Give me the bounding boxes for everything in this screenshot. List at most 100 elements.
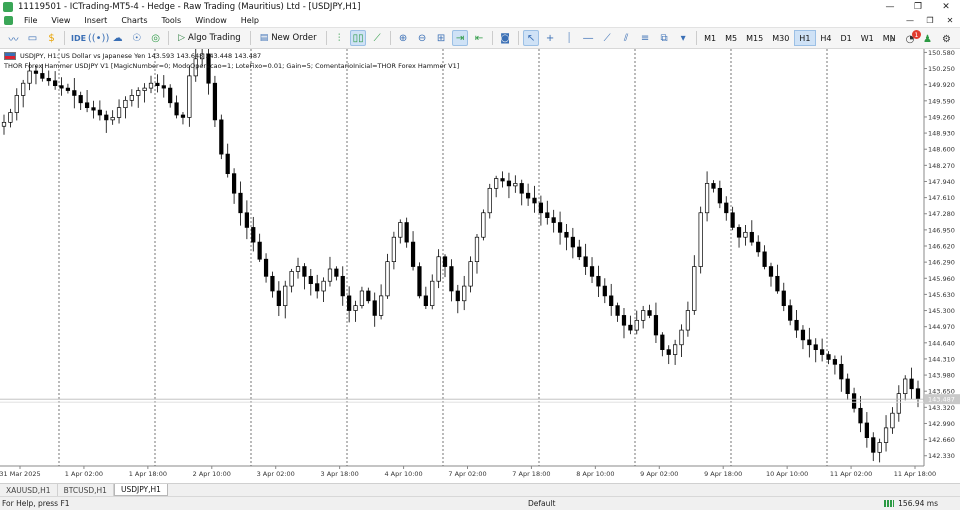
screenshot-icon[interactable]: ◙	[497, 30, 513, 46]
candle-body	[347, 295, 352, 311]
candle-body	[27, 70, 32, 84]
account-icon[interactable]: ♟	[920, 31, 936, 47]
candle-body	[634, 319, 639, 331]
timeframe-h4[interactable]: H4	[816, 30, 836, 46]
tab-btcusd[interactable]: BTCUSD,H1	[58, 484, 114, 496]
price-tick-label: 147.280	[928, 210, 955, 218]
horizontal-line-icon[interactable]: ―	[580, 30, 596, 46]
toolbar-separator	[168, 31, 170, 45]
bar-chart-icon[interactable]: ⫶	[331, 30, 347, 46]
chart-restore-button[interactable]: ❐	[920, 14, 940, 27]
timeframe-d1[interactable]: D1	[836, 30, 856, 46]
candle-body	[321, 280, 326, 292]
candle-body	[800, 329, 806, 341]
algo-trading-button[interactable]: ▷ Algo Trading	[174, 30, 245, 46]
auto-scroll-icon[interactable]: ⇥	[452, 30, 469, 46]
candle-body	[903, 378, 908, 394]
chart-close-button[interactable]: ✕	[940, 14, 960, 27]
menu-tools[interactable]: Tools	[154, 16, 188, 25]
candle-body	[647, 310, 652, 316]
candle-body	[59, 85, 64, 89]
candle-body	[915, 388, 921, 400]
notifications-button[interactable]: ◔ 1	[902, 30, 921, 47]
globe-icon[interactable]: ◎	[148, 30, 164, 46]
cursor-icon[interactable]: ↖	[523, 30, 540, 46]
candle-body	[251, 227, 256, 243]
menu-insert[interactable]: Insert	[77, 16, 114, 25]
timeframe-m30[interactable]: M30	[768, 30, 794, 46]
candle-body	[244, 212, 249, 228]
toolbar-separator	[249, 31, 251, 45]
candle-body	[500, 178, 505, 182]
candle-body	[442, 256, 448, 267]
time-tick-label: 1 Apr 18:00	[129, 470, 167, 478]
menu-help[interactable]: Help	[234, 16, 266, 25]
candle-body	[673, 344, 678, 355]
candle-body	[909, 378, 914, 390]
tab-usdjpy[interactable]: USDJPY,H1	[113, 484, 168, 496]
profiles-icon[interactable]: ▭	[25, 30, 41, 46]
menu-charts[interactable]: Charts	[114, 16, 154, 25]
crosshair-icon[interactable]: +	[542, 30, 558, 46]
close-button[interactable]: ✕	[932, 0, 960, 14]
vps-icon[interactable]: ☁	[110, 30, 126, 46]
new-order-label: New Order	[271, 33, 317, 43]
zoom-in-icon[interactable]: ⊕	[395, 30, 411, 46]
shapes-icon[interactable]: ⧉	[656, 30, 672, 46]
new-order-icon: ▤	[259, 33, 269, 43]
candle-body	[238, 192, 243, 214]
candle-body	[762, 251, 767, 267]
candle-body	[417, 266, 422, 297]
timeframe-m1[interactable]: M1	[700, 30, 721, 46]
menu-file[interactable]: File	[17, 16, 44, 25]
price-chart[interactable]: 150.580 150.250 149.920 149.590 149.260 148.9…	[0, 49, 960, 483]
signals-icon[interactable]: ((•))	[88, 30, 110, 46]
restore-button[interactable]: ❐	[904, 0, 932, 14]
chart-minimize-button[interactable]: —	[900, 14, 920, 27]
chart-area[interactable]: 150.580 150.250 149.920 149.590 149.260 148.9…	[0, 49, 960, 483]
trendline-icon[interactable]: ⟋	[599, 30, 615, 46]
vertical-line-icon[interactable]: ⏐	[561, 30, 577, 46]
market-icon[interactable]: $	[44, 30, 60, 46]
candle-body	[148, 82, 154, 89]
timeframe-w1[interactable]: W1	[856, 30, 878, 46]
community-icon[interactable]: ☉	[129, 30, 145, 46]
candle-body	[890, 412, 895, 429]
candle-body	[391, 236, 396, 263]
candlestick-icon[interactable]: ▯▯	[350, 30, 367, 46]
minimize-button[interactable]: —	[876, 0, 904, 14]
price-tick-label: 148.270	[928, 162, 955, 170]
channel-icon[interactable]: ⫽	[618, 30, 634, 46]
algo-trading-label: Algo Trading	[188, 33, 241, 43]
candle-body	[129, 95, 134, 101]
fibonacci-icon[interactable]: ≡	[637, 30, 653, 46]
new-order-button[interactable]: ▤ New Order	[256, 30, 321, 46]
candle-body	[564, 231, 569, 238]
tab-xauusd[interactable]: XAUUSD,H1	[0, 484, 58, 496]
candle-body	[826, 354, 831, 360]
price-tick-label: 149.590	[928, 97, 955, 105]
chart-type-icon[interactable]: 〰	[6, 30, 22, 46]
objects-dropdown-icon[interactable]: ▾	[675, 30, 691, 46]
grid-icon[interactable]: ⊞	[433, 30, 449, 46]
expert-advisor-legend[interactable]: THOR Forex Hammer USDJPY V1 [MagicNumber…	[4, 62, 459, 70]
search-icon[interactable]: ⌕	[885, 31, 901, 47]
timeframe-m5[interactable]: M5	[721, 30, 742, 46]
timeframe-m15[interactable]: M15	[742, 30, 768, 46]
status-profile[interactable]: Default	[528, 499, 555, 508]
zoom-out-icon[interactable]: ⊖	[414, 30, 430, 46]
candle-body	[698, 212, 703, 267]
ide-button[interactable]: IDE	[68, 34, 89, 43]
menu-view[interactable]: View	[44, 16, 77, 25]
menu-window[interactable]: Window	[188, 16, 234, 25]
candle-body	[1, 121, 7, 127]
line-chart-icon[interactable]: ⟋	[369, 30, 385, 46]
candle-body	[180, 114, 186, 118]
timeframe-h1[interactable]: H1	[793, 30, 816, 46]
candle-body	[577, 246, 582, 258]
candle-body	[116, 107, 122, 118]
settings-icon[interactable]: ⚙	[939, 31, 955, 47]
candle-body	[864, 422, 869, 438]
chart-shift-icon[interactable]: ⇤	[471, 30, 487, 46]
status-network[interactable]: 156.94 ms	[884, 499, 938, 508]
